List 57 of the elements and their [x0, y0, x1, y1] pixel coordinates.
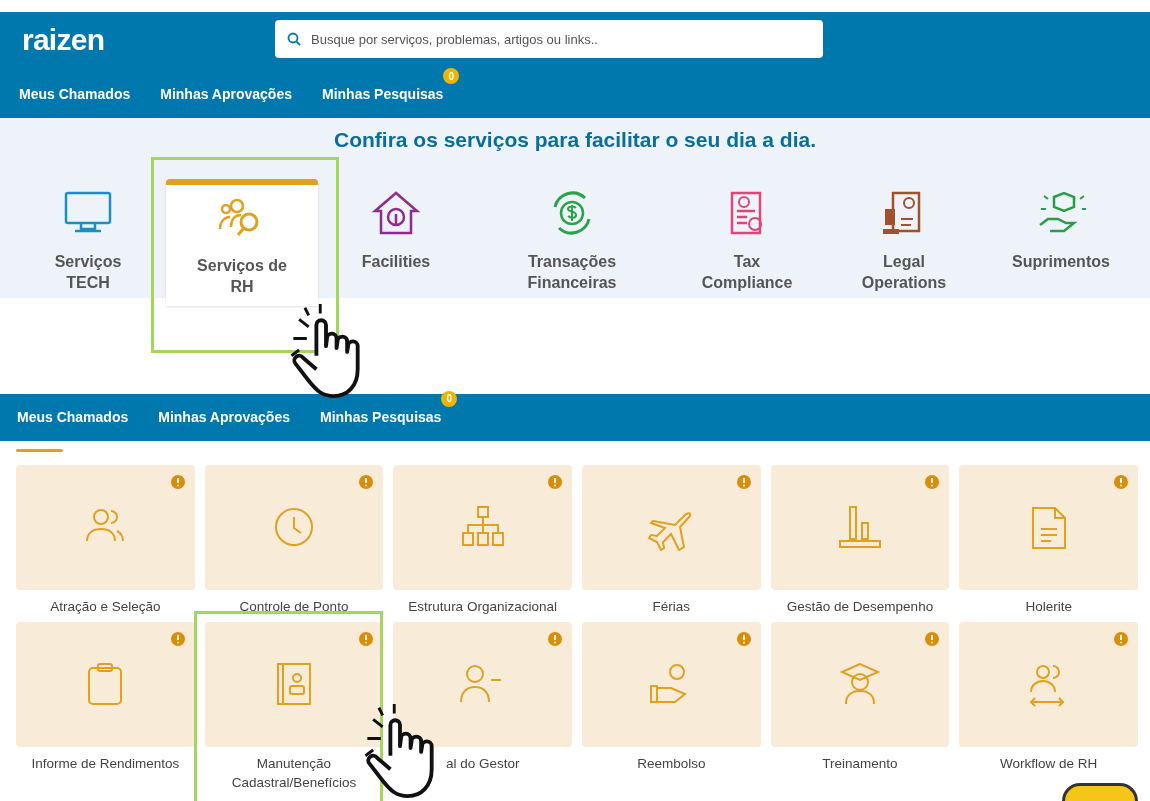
service-card[interactable] — [582, 465, 761, 590]
alert-icon — [1114, 632, 1128, 646]
nav-link[interactable]: Minhas Pesquisas — [322, 86, 444, 102]
nav-link[interactable]: Minhas Pesquisas — [320, 408, 442, 425]
service-card[interactable] — [959, 465, 1138, 590]
category-tile[interactable]: Tax Compliance — [682, 188, 812, 319]
service-card[interactable] — [959, 622, 1138, 747]
service-label: Gestão de Desempenho — [785, 598, 935, 616]
category-tile[interactable]: Facilities — [341, 188, 451, 319]
service-label: Controle de Ponto — [238, 598, 350, 616]
service-card[interactable] — [770, 622, 950, 747]
logo[interactable]: raizen — [22, 22, 105, 56]
alert-icon — [925, 475, 940, 489]
nav-link[interactable]: Meus Chamados — [17, 408, 129, 425]
category-tile[interactable]: Serviços TECH — [33, 188, 143, 319]
alert-icon — [1114, 475, 1128, 489]
alert-icon — [170, 475, 185, 489]
alert-icon — [925, 632, 940, 646]
alert-icon — [736, 632, 751, 646]
service-label: Estrutura Organizacional — [407, 598, 558, 616]
alert-icon — [736, 475, 751, 489]
service-label: Workflow de RH — [999, 755, 1099, 773]
chat-widget-icon[interactable] — [1062, 783, 1138, 801]
service-label: Holerite — [1024, 598, 1073, 616]
service-label: Reembolso — [636, 755, 707, 773]
alert-icon — [359, 475, 374, 489]
count-badge: 0 — [441, 390, 458, 407]
service-label: al do Gestor — [444, 755, 521, 773]
category-tile[interactable]: Serviços de RH — [166, 178, 318, 306]
category-tile[interactable]: Legal Operations — [849, 188, 959, 319]
service-card[interactable] — [16, 622, 195, 747]
service-label: Atração e Seleção — [49, 598, 162, 616]
service-card[interactable] — [393, 622, 572, 747]
service-label: Férias — [651, 598, 692, 616]
category-tile[interactable]: Suprimentos — [996, 188, 1126, 319]
tab-indicator — [16, 449, 63, 452]
service-card[interactable] — [393, 465, 572, 590]
search-icon — [287, 32, 301, 46]
search-field[interactable]: Busque por serviços, problemas, artigos ou links.. — [275, 20, 823, 58]
service-label: Informe de Rendimentos — [30, 755, 181, 773]
nav-link[interactable]: Meus Chamados — [19, 86, 131, 102]
nav-link[interactable]: Minhas Aprovações — [158, 408, 290, 425]
nav-link[interactable]: Minhas Aprovações — [160, 86, 292, 102]
count-badge: 0 — [443, 68, 460, 84]
service-card[interactable] — [204, 465, 384, 590]
banner-title: Confira os serviços para facilitar o seu dia a dia. — [334, 127, 816, 153]
alert-icon — [548, 632, 562, 646]
alert-icon — [170, 632, 185, 646]
service-card[interactable] — [582, 622, 761, 747]
alert-icon — [359, 632, 374, 646]
alert-icon — [548, 475, 562, 489]
service-label: Treinamento — [821, 755, 899, 773]
service-card[interactable] — [16, 465, 195, 590]
bar-chart-icon — [836, 504, 884, 551]
service-card[interactable] — [770, 465, 950, 590]
service-label: Manutenção Cadastral/Benefícios — [230, 755, 358, 792]
category-tile[interactable]: Transações Financeiras — [507, 188, 637, 319]
